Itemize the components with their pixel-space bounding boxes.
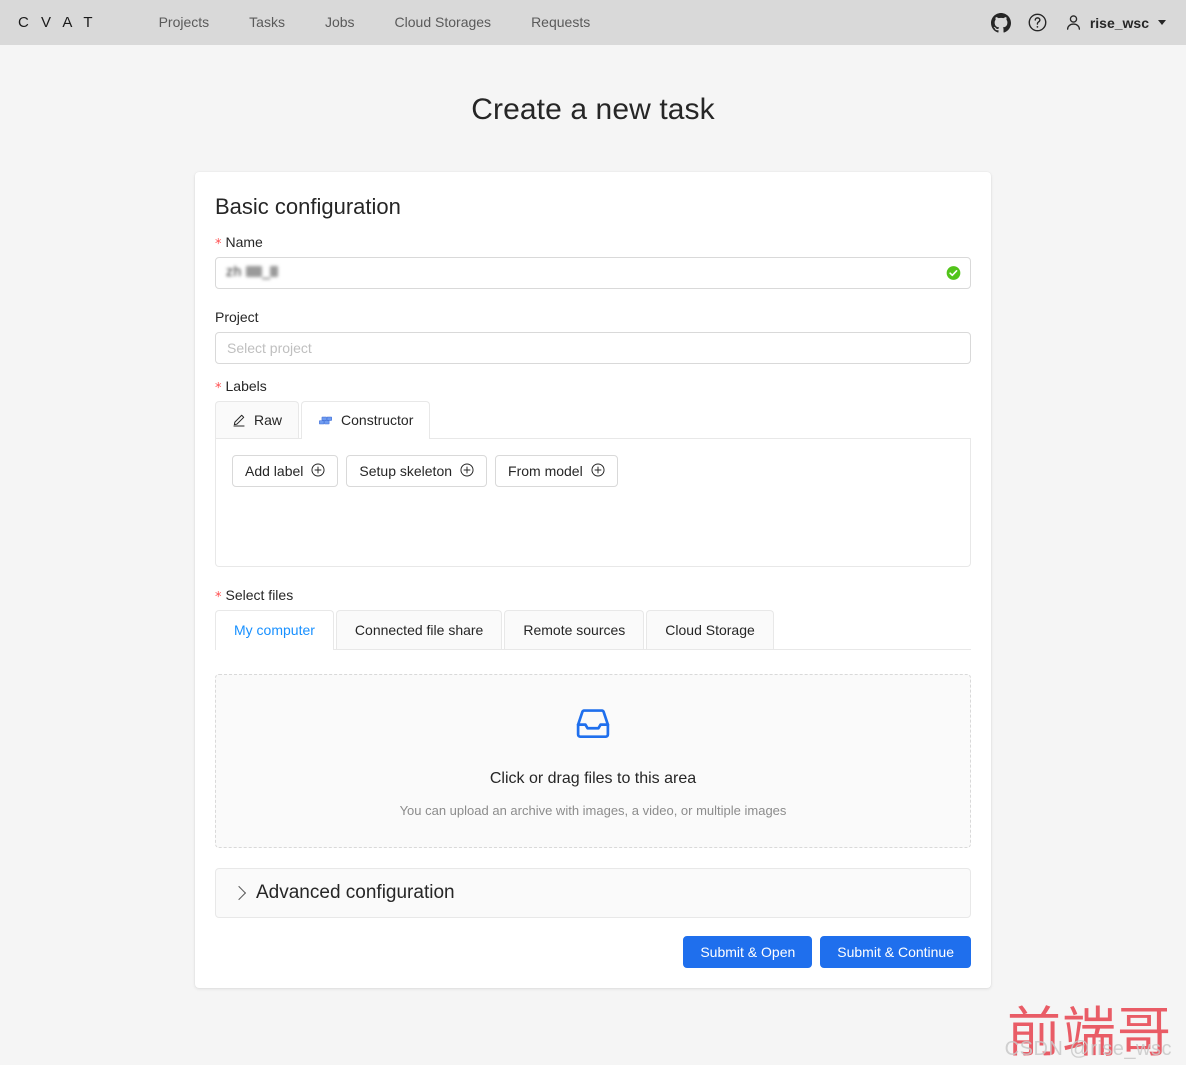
name-label-text: Name bbox=[225, 234, 263, 250]
nav-item-tasks[interactable]: Tasks bbox=[229, 0, 305, 45]
card-title: Basic configuration bbox=[215, 194, 401, 219]
watermark: 前端哥 CSDN @rise_wsc bbox=[1005, 1006, 1172, 1061]
dropzone-hint: You can upload an archive with images, a… bbox=[399, 802, 787, 818]
tab-connected-file-share[interactable]: Connected file share bbox=[335, 610, 503, 649]
chevron-right-icon bbox=[231, 885, 247, 901]
page-title: Create a new task bbox=[471, 93, 715, 126]
labels-constructor-panel: Add label Setup skeleton From model bbox=[215, 439, 971, 567]
tab-constructor[interactable]: Constructor bbox=[301, 401, 431, 439]
check-circle-icon bbox=[946, 266, 961, 281]
plus-circle-icon bbox=[460, 462, 474, 480]
user-avatar-icon bbox=[1064, 13, 1083, 32]
nav-item-projects[interactable]: Projects bbox=[139, 0, 230, 45]
submit-and-open-button[interactable]: Submit & Open bbox=[683, 936, 813, 968]
tab-my-computer[interactable]: My computer bbox=[215, 610, 334, 650]
tab-raw[interactable]: Raw bbox=[215, 401, 300, 438]
label-actions: Add label Setup skeleton From model bbox=[232, 455, 954, 487]
file-source-tabs: My computer Connected file share Remote … bbox=[215, 610, 971, 650]
labels-tabs: Raw Constructor bbox=[215, 401, 971, 439]
nav-item-jobs[interactable]: Jobs bbox=[305, 0, 375, 45]
select-files-label-text: Select files bbox=[225, 587, 294, 603]
from-model-button[interactable]: From model bbox=[495, 455, 618, 487]
select-files-label: * Select files bbox=[215, 587, 971, 605]
task-name-input[interactable] bbox=[215, 257, 971, 289]
nav-item-requests[interactable]: Requests bbox=[511, 0, 610, 45]
file-dropzone[interactable]: Click or drag files to this area You can… bbox=[215, 674, 971, 848]
project-field-label: Project bbox=[215, 309, 971, 325]
tab-raw-label: Raw bbox=[254, 412, 283, 428]
username-label: rise_wsc bbox=[1089, 14, 1149, 31]
tab-constructor-label: Constructor bbox=[341, 412, 414, 428]
setup-skeleton-text: Setup skeleton bbox=[359, 463, 453, 479]
project-label-text: Project bbox=[215, 309, 259, 325]
from-model-text: From model bbox=[508, 463, 583, 479]
nav-item-cloud-storages[interactable]: Cloud Storages bbox=[375, 0, 512, 45]
watermark-sub-text: CSDN @rise_wsc bbox=[1004, 1038, 1172, 1060]
inbox-icon bbox=[574, 705, 612, 748]
tab-cloud-storage[interactable]: Cloud Storage bbox=[646, 610, 774, 649]
tab-remote-sources[interactable]: Remote sources bbox=[504, 610, 645, 649]
watermark-main-text: 前端哥 bbox=[1007, 1001, 1172, 1064]
name-input-wrap: zh _ bbox=[215, 257, 971, 289]
cvat-logo[interactable]: C V A T bbox=[16, 14, 97, 31]
header-actions: rise_wsc bbox=[990, 12, 1170, 33]
question-circle-icon[interactable] bbox=[1027, 12, 1048, 33]
advanced-configuration-panel[interactable]: Advanced configuration bbox=[215, 868, 971, 918]
setup-skeleton-button[interactable]: Setup skeleton bbox=[346, 455, 488, 487]
project-select-wrap: Select project bbox=[215, 332, 971, 364]
labels-label-text: Labels bbox=[225, 378, 267, 394]
project-select[interactable]: Select project bbox=[215, 332, 971, 364]
required-asterisk-labels: * bbox=[215, 380, 222, 396]
labels-field-label: * Labels bbox=[215, 378, 971, 396]
add-label-text: Add label bbox=[245, 463, 304, 479]
name-field-label: * Name bbox=[215, 234, 971, 252]
plus-circle-icon bbox=[591, 462, 605, 480]
required-asterisk-files: * bbox=[215, 589, 222, 605]
user-menu[interactable]: rise_wsc bbox=[1064, 13, 1166, 32]
build-blocks-icon bbox=[318, 413, 333, 428]
project-select-placeholder: Select project bbox=[227, 340, 312, 356]
plus-circle-icon bbox=[311, 462, 325, 480]
github-icon[interactable] bbox=[990, 12, 1011, 33]
edit-pencil-icon bbox=[232, 413, 246, 427]
add-label-button[interactable]: Add label bbox=[232, 455, 339, 487]
form-actions: Submit & Open Submit & Continue bbox=[215, 936, 971, 968]
create-task-card: Basic configuration * Name zh _ Project … bbox=[195, 172, 991, 988]
main-navigation: Projects Tasks Jobs Cloud Storages Reque… bbox=[139, 0, 611, 45]
chevron-down-icon bbox=[1158, 20, 1166, 25]
submit-and-continue-button[interactable]: Submit & Continue bbox=[820, 936, 971, 968]
dropzone-title: Click or drag files to this area bbox=[489, 769, 697, 787]
advanced-configuration-title: Advanced configuration bbox=[256, 882, 455, 903]
required-asterisk-name: * bbox=[215, 236, 222, 252]
app-header: C V A T Projects Tasks Jobs Cloud Storag… bbox=[0, 0, 1186, 45]
